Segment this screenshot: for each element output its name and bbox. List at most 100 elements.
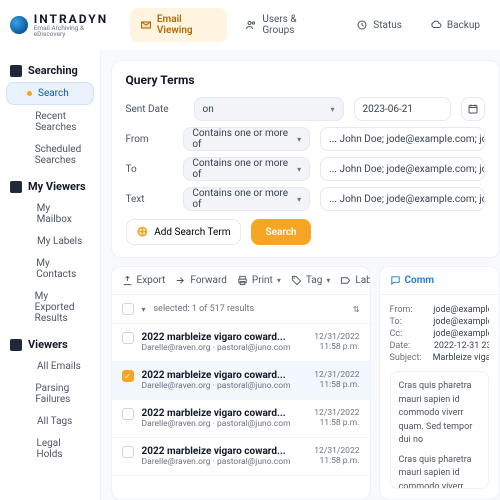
meta-from: jode@example xyxy=(433,305,489,315)
users-icon xyxy=(245,19,257,31)
row-checkbox[interactable] xyxy=(122,408,134,420)
chevron-down-icon: ▾ xyxy=(297,165,301,174)
chevron-down-icon: ▾ xyxy=(326,276,330,285)
tab-label: Users & Groups xyxy=(262,14,328,36)
active-dot-icon xyxy=(27,91,32,96)
meta-to: jode@example xyxy=(433,317,489,327)
print-icon xyxy=(237,275,248,286)
row-from: Darelle@raven.org · pastoral@juno.com xyxy=(142,381,307,391)
sidebar-item-my-mailbox[interactable]: My Mailbox xyxy=(6,198,94,230)
result-row[interactable]: 2022 marbleize vigaro coward... Darelle@… xyxy=(112,438,370,476)
search-button[interactable]: Search xyxy=(251,219,310,245)
sidebar-item-scheduled-searches[interactable]: Scheduled Searches xyxy=(6,139,94,171)
mail-icon xyxy=(140,19,152,31)
tab-label: Email Viewing xyxy=(157,14,217,36)
op-from[interactable]: Contains one or more of▾ xyxy=(183,127,310,151)
sidebar-item-all-emails[interactable]: All Emails xyxy=(6,356,94,377)
sort-icon[interactable]: ⇅ xyxy=(353,305,360,314)
tab-users-groups[interactable]: Users & Groups xyxy=(235,8,338,42)
tab-label: Status xyxy=(373,20,402,31)
search-group-icon xyxy=(10,65,22,77)
print-button[interactable]: Print▾ xyxy=(237,275,281,286)
my-viewers-group-icon xyxy=(10,181,22,193)
results-toolbar: Export Forward Print▾ Tag▾ xyxy=(112,267,370,295)
results-list: 2022 marbleize vigaro coward... Darelle@… xyxy=(112,324,370,499)
value-text[interactable]: ... John Doe; jode@example.com; jdoe@ xyxy=(320,187,485,211)
export-icon xyxy=(122,275,133,286)
comment-icon xyxy=(390,275,401,286)
comments-button[interactable]: Comm xyxy=(390,275,435,286)
topbar: INTRADYN Email Archiving & eDiscovery Em… xyxy=(0,0,500,50)
row-from: Darelle@raven.org · pastoral@juno.com xyxy=(142,457,307,467)
tag-icon xyxy=(291,275,302,286)
sidebar-item-all-tags[interactable]: All Tags xyxy=(6,411,94,432)
brand-name: INTRADYN xyxy=(34,13,116,25)
chevron-down-icon[interactable]: ▾ xyxy=(142,305,146,314)
op-text[interactable]: Contains one or more of▾ xyxy=(183,187,310,211)
sidebar-item-recent-searches[interactable]: Recent Searches xyxy=(6,106,94,138)
chevron-down-icon: ▾ xyxy=(331,105,335,114)
query-terms-title: Query Terms xyxy=(126,73,485,87)
logo-icon xyxy=(10,16,28,34)
calendar-icon xyxy=(467,103,479,115)
chevron-down-icon: ▾ xyxy=(297,135,301,144)
row-checkbox[interactable]: ✓ xyxy=(122,370,134,382)
row-date: 12/31/2022 xyxy=(314,446,359,456)
row-sent-date: Sent Date on▾ 2023-06-21 xyxy=(126,97,485,121)
forward-button[interactable]: Forward xyxy=(175,275,227,286)
sidebar-item-legal-holds[interactable]: Legal Holds xyxy=(6,433,94,465)
value-from[interactable]: ... John Doe; jode@example.com; jdoe@ xyxy=(320,127,485,151)
op-to[interactable]: Contains one or more of▾ xyxy=(183,157,310,181)
row-time: 11:58 p.m. xyxy=(314,456,359,466)
tab-email-viewing[interactable]: Email Viewing xyxy=(130,8,227,42)
value-sent-date[interactable]: 2023-06-21 xyxy=(354,97,451,121)
group-my-viewers: My Viewers xyxy=(0,172,100,197)
select-all-checkbox[interactable] xyxy=(122,303,134,315)
results-list-card: Export Forward Print▾ Tag▾ xyxy=(111,266,371,500)
row-date: 12/31/2022 xyxy=(314,408,359,418)
sidebar-item-my-contacts[interactable]: My Contacts xyxy=(6,253,94,285)
group-viewers: Viewers xyxy=(0,330,100,355)
row-date: 12/31/2022 xyxy=(314,370,359,380)
backup-icon xyxy=(430,19,442,31)
meta-date: 2022-12-31 23 xyxy=(434,341,489,351)
primary-tabs: Email Viewing Users & Groups Status Back… xyxy=(130,8,490,42)
query-terms-card: Query Terms Sent Date on▾ 2023-06-21 Fro… xyxy=(111,60,500,258)
row-time: 11:58 p.m. xyxy=(314,342,359,352)
result-row[interactable]: 2022 marbleize vigaro coward... Darelle@… xyxy=(112,324,370,362)
status-icon xyxy=(356,19,368,31)
row-subject: 2022 marbleize vigaro coward... xyxy=(142,370,307,381)
result-row[interactable]: ✓ 2022 marbleize vigaro coward... Darell… xyxy=(112,362,370,400)
tab-label: Backup xyxy=(447,20,480,31)
op-sent-date[interactable]: on▾ xyxy=(194,97,344,121)
message-body: Cras quis pharetra mauri sapien id commo… xyxy=(390,371,489,489)
row-from: Darelle@raven.org · pastoral@juno.com xyxy=(142,419,307,429)
add-search-term-button[interactable]: ⊕ Add Search Term xyxy=(126,219,242,245)
value-to[interactable]: ... John Doe; jode@example.com; jdoe@ xyxy=(320,157,485,181)
sidebar-item-parsing-failures[interactable]: Parsing Failures xyxy=(6,378,94,410)
sidebar-item-my-labels[interactable]: My Labels xyxy=(6,231,94,252)
row-to: To Contains one or more of▾ ... John Doe… xyxy=(126,157,485,181)
row-text: Text Contains one or more of▾ ... John D… xyxy=(126,187,485,211)
brand: INTRADYN Email Archiving & eDiscovery xyxy=(10,13,116,38)
message-meta: From:jode@example To:jode@example Cc:jod… xyxy=(380,295,499,371)
chevron-down-icon: ▾ xyxy=(297,195,301,204)
detail-toolbar: Comm xyxy=(380,267,499,295)
row-subject: 2022 marbleize vigaro coward... xyxy=(142,408,307,419)
row-checkbox[interactable] xyxy=(122,332,134,344)
export-button[interactable]: Export xyxy=(122,275,166,286)
row-from: Darelle@raven.org · pastoral@juno.com xyxy=(142,343,307,353)
tab-backup[interactable]: Backup xyxy=(420,8,490,42)
meta-cc: jode@example xyxy=(433,329,489,339)
row-checkbox[interactable] xyxy=(122,446,134,458)
calendar-button[interactable] xyxy=(461,97,485,121)
result-row[interactable]: 2022 marbleize vigaro coward... Darelle@… xyxy=(112,400,370,438)
row-subject: 2022 marbleize vigaro coward... xyxy=(142,332,307,343)
row-from: From Contains one or more of▾ ... John D… xyxy=(126,127,485,151)
label-icon xyxy=(340,275,351,286)
sidebar-item-search[interactable]: Search xyxy=(6,82,94,105)
sidebar-item-my-exported[interactable]: My Exported Results xyxy=(6,286,94,329)
tag-button[interactable]: Tag▾ xyxy=(291,275,331,286)
label-button[interactable]: Label▾ xyxy=(340,275,370,286)
tab-status[interactable]: Status xyxy=(346,8,412,42)
